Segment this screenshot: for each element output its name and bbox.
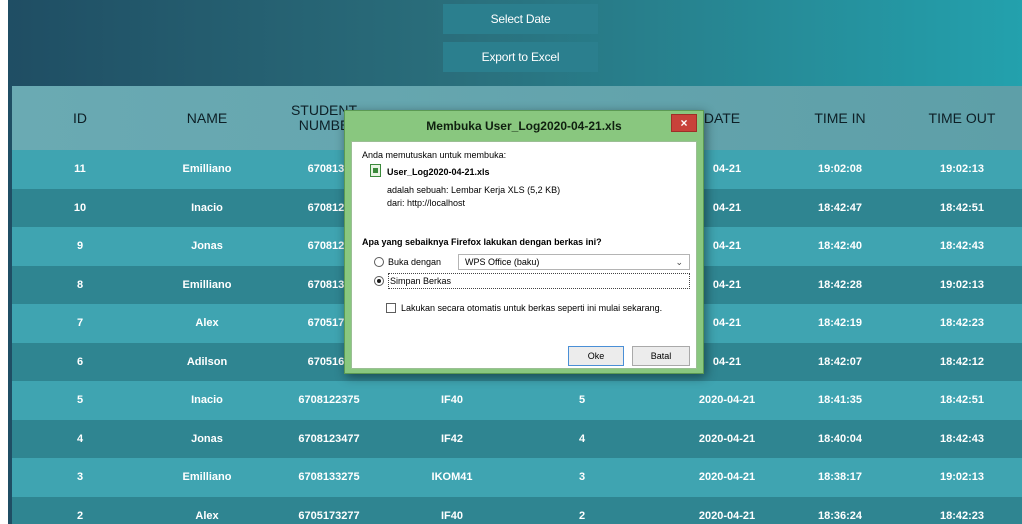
cell-timein: 18:40:04 [817, 432, 863, 445]
cell-name: Jonas [191, 240, 223, 253]
cell-timein: 18:41:35 [817, 394, 863, 407]
cell-id: 2 [76, 509, 84, 522]
cell-id: 4 [76, 432, 84, 445]
cell-timeout: 18:42:51 [939, 201, 985, 214]
cell-finger: 5 [578, 394, 586, 407]
cell-timein: 18:42:47 [817, 201, 863, 214]
auto-checkbox[interactable] [386, 303, 396, 313]
cell-timein: 18:42:40 [817, 240, 863, 253]
cell-student: 6708133275 [298, 471, 360, 484]
dialog-source: dari: http://localhost [387, 198, 466, 208]
cell-timeout: 18:42:51 [939, 394, 985, 407]
cell-name: Alex [195, 509, 219, 522]
open-with-radio[interactable] [374, 257, 384, 267]
header-time-in: TIME IN [814, 109, 866, 126]
cell-timeout: 18:42:23 [939, 509, 985, 522]
cell-timein: 18:42:19 [817, 317, 863, 330]
cell-name: Jonas [191, 432, 223, 445]
cell-student: 6708123477 [298, 432, 360, 445]
cell-kelas: IKOM41 [431, 471, 473, 484]
cell-id: 10 [73, 201, 87, 214]
header-time-out: TIME OUT [928, 109, 996, 126]
cell-id: 11 [74, 163, 86, 176]
cell-student: 6705173277 [298, 509, 360, 522]
dialog-question: Apa yang sebaiknya Firefox lakukan denga… [362, 237, 602, 247]
header-name: NAME [186, 109, 228, 126]
ok-button[interactable]: Oke [568, 346, 624, 366]
table-row: 2 Alex 6705173277 IF40 2 2020-04-21 18:36:24 18… [12, 496, 1022, 524]
cell-name: Alex [195, 317, 219, 330]
cell-timein: 18:38:17 [817, 471, 863, 484]
cell-timeout: 19:02:13 [939, 163, 985, 176]
spreadsheet-icon [370, 164, 381, 177]
cell-finger: 3 [578, 471, 586, 484]
cell-name: Emilliano [182, 471, 232, 484]
cell-id: 8 [76, 278, 84, 291]
open-with-value: WPS Office (baku) [465, 257, 540, 267]
dialog-intro: Anda memutuskan untuk membuka: [362, 150, 507, 160]
cell-timein: 18:42:07 [817, 355, 863, 368]
cell-timein: 18:42:28 [817, 278, 863, 291]
export-excel-button[interactable]: Export to Excel [443, 42, 598, 72]
cell-id: 3 [76, 471, 84, 484]
cell-id: 7 [76, 317, 84, 330]
table-row: 4 Jonas 6708123477 IF42 4 2020-04-21 18:40:04 1… [12, 419, 1022, 458]
dialog-type: adalah sebuah: Lembar Kerja XLS (5,2 KB) [387, 185, 561, 195]
cell-date: 2020-04-21 [698, 394, 756, 407]
cell-timeout: 19:02:13 [939, 471, 985, 484]
cell-timeout: 18:42:43 [939, 240, 985, 253]
cell-id: 5 [76, 394, 84, 407]
cell-timeout: 18:42:23 [939, 317, 985, 330]
open-with-label: Buka dengan [388, 257, 442, 267]
cell-kelas: IF40 [440, 394, 463, 407]
dialog-filename: User_Log2020-04-21.xls [387, 167, 490, 177]
cell-timein: 18:36:24 [817, 509, 863, 522]
table-row: 5 Inacio 6708122375 IF40 5 2020-04-21 18:41:35… [12, 381, 1022, 420]
cell-date: 2020-04-21 [698, 509, 756, 522]
dialog-body: Anda memutuskan untuk membuka: User_Log2… [351, 141, 697, 369]
cell-id: 9 [76, 240, 84, 253]
header-id: ID [73, 109, 87, 126]
table-row: 3 Emilliano 6708133275 IKOM41 3 2020-04-21 18:… [12, 458, 1022, 497]
open-with-select[interactable]: WPS Office (baku) ⌄ [458, 254, 690, 270]
chevron-down-icon: ⌄ [675, 257, 683, 267]
cell-timeout: 19:02:13 [939, 278, 985, 291]
cell-kelas: IF40 [440, 509, 463, 522]
left-border [0, 0, 8, 524]
download-dialog: Membuka User_Log2020-04-21.xls × Anda me… [344, 110, 704, 374]
cell-id: 6 [76, 355, 84, 368]
cancel-button[interactable]: Batal [632, 346, 690, 366]
cell-name: Inacio [191, 201, 223, 214]
cell-timeout: 18:42:12 [939, 355, 985, 368]
cell-name: Emilliano [182, 278, 232, 291]
cell-date: 2020-04-21 [698, 432, 756, 445]
auto-label: Lakukan secara otomatis untuk berkas sep… [401, 303, 663, 313]
select-date-button[interactable]: Select Date [443, 4, 598, 34]
cell-name: Emilliano [182, 163, 232, 176]
cell-date: 2020-04-21 [698, 471, 756, 484]
dialog-title: Membuka User_Log2020-04-21.xls [426, 119, 622, 133]
cell-finger: 4 [578, 432, 586, 445]
cell-name: Inacio [191, 394, 223, 407]
cell-timeout: 18:42:43 [939, 432, 985, 445]
save-file-label[interactable]: Simpan Berkas [390, 276, 451, 286]
cell-kelas: IF42 [440, 432, 463, 445]
cell-name: Adilson [186, 355, 228, 368]
cell-finger: 2 [578, 509, 586, 522]
close-icon[interactable]: × [671, 114, 697, 132]
save-file-radio[interactable] [374, 276, 384, 286]
cell-student: 6708122375 [298, 394, 360, 407]
cell-timein: 19:02:08 [817, 163, 863, 176]
